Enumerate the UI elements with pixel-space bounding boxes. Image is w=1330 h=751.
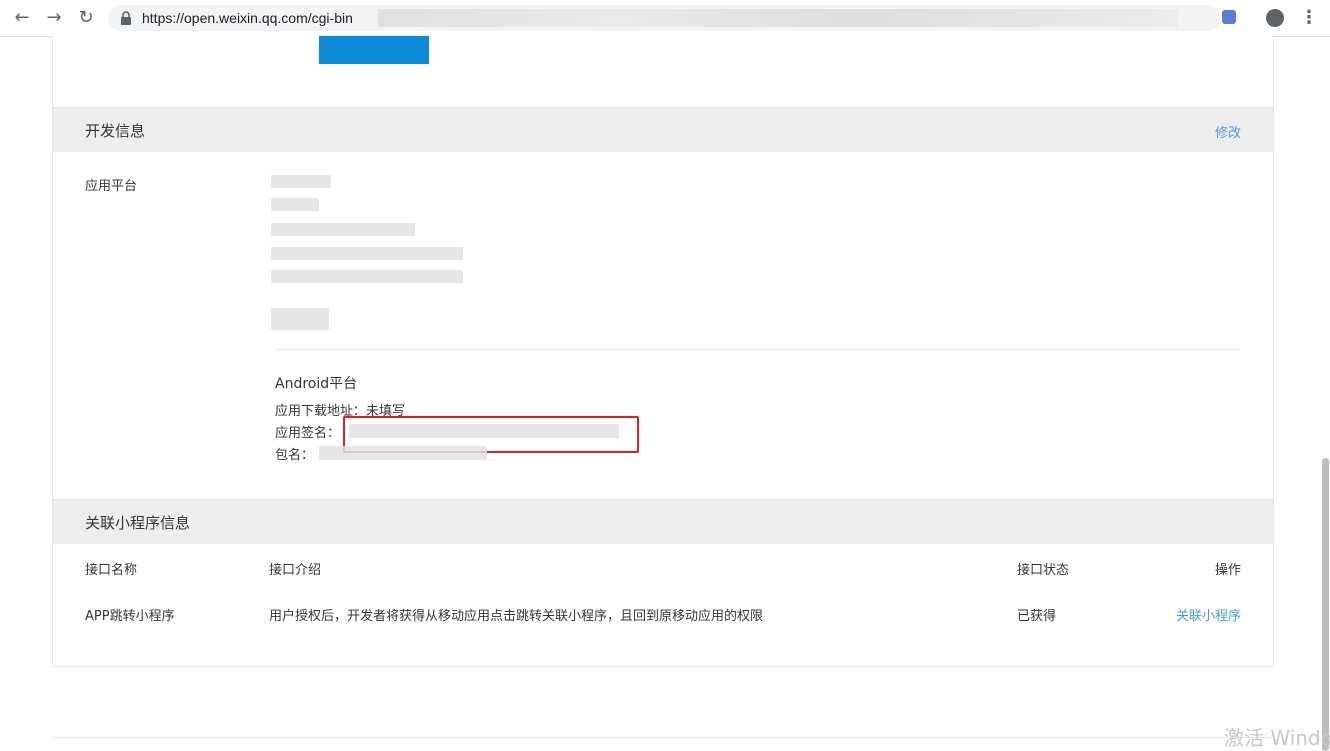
row-desc: 用户授权后，开发者将获得从移动应用点击跳转关联小程序，且回到原移动应用的权限	[269, 609, 764, 624]
redacted-text	[271, 198, 319, 211]
url-text: https://open.weixin.qq.com/cgi-bin	[142, 10, 353, 26]
redacted-text	[271, 175, 331, 188]
col-header-name: 接口名称	[85, 563, 138, 578]
redacted-text	[271, 270, 463, 283]
lock-icon	[121, 11, 131, 25]
redacted-text	[271, 223, 415, 236]
edit-link[interactable]: 修改	[1215, 122, 1241, 141]
redacted-package	[319, 446, 487, 460]
forward-arrow-icon[interactable]: →	[44, 8, 64, 28]
mini-program-header: 关联小程序信息	[53, 499, 1273, 544]
back-arrow-icon[interactable]: ←	[12, 8, 32, 28]
col-header-status: 接口状态	[1017, 563, 1070, 578]
dev-info-header: 开发信息 修改	[53, 107, 1273, 152]
col-header-desc: 接口介绍	[269, 563, 322, 578]
row-status: 已获得	[1017, 609, 1057, 624]
browser-toolbar: ← → ↻ https://open.weixin.qq.com/cgi-bin…	[0, 0, 1330, 37]
account-icon[interactable]	[1266, 9, 1284, 27]
divider	[275, 349, 1241, 350]
android-title: Android平台	[275, 376, 358, 392]
address-bar[interactable]: https://open.weixin.qq.com/cgi-bin	[108, 5, 1220, 31]
col-header-action: 操作	[1214, 563, 1241, 578]
redacted-text	[271, 247, 463, 260]
package-label: 包名：	[275, 448, 315, 463]
url-redacted	[378, 9, 1178, 27]
scrollbar[interactable]	[1322, 458, 1329, 751]
reload-icon[interactable]: ↻	[76, 8, 96, 28]
translate-extension-icon[interactable]	[1222, 10, 1236, 24]
footer-divider	[52, 737, 1272, 738]
app-icon-image	[319, 36, 429, 64]
redacted-text	[271, 308, 329, 330]
section-title: 关联小程序信息	[85, 514, 191, 532]
kebab-menu-icon[interactable]: ⋮	[1300, 7, 1318, 29]
content-card: 开发信息 修改 应用平台 Android平台 应用下载地址：未填写 应用签名： …	[52, 36, 1274, 667]
windows-activation-watermark: 激活 Windo	[1224, 726, 1330, 750]
link-mini-program-button[interactable]: 关联小程序	[1176, 605, 1241, 624]
platform-label: 应用平台	[85, 179, 138, 194]
section-title: 开发信息	[85, 122, 146, 140]
signature-label: 应用签名：	[275, 426, 341, 441]
row-name: APP跳转小程序	[85, 609, 175, 624]
